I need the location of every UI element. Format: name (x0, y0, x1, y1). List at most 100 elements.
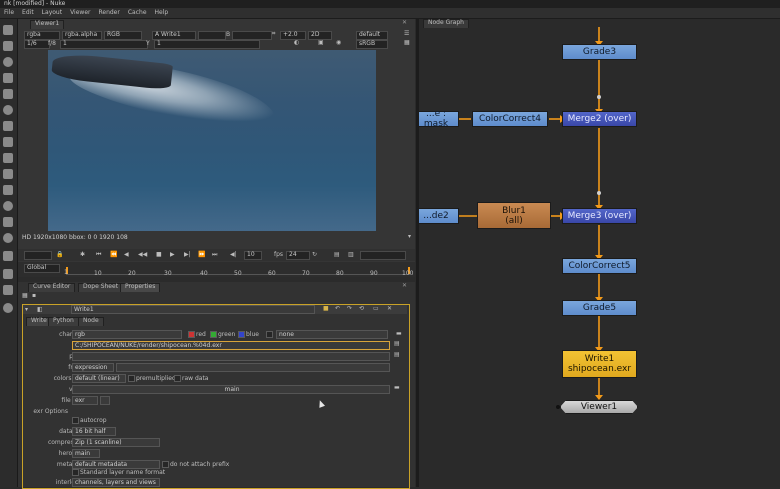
datatype-select[interactable]: 16 bit half (72, 427, 116, 436)
keyer-tool-icon[interactable] (3, 121, 13, 131)
lut-select[interactable]: default (356, 31, 388, 40)
node-name-field[interactable]: Write1 (71, 305, 315, 314)
heroview-select[interactable]: main (72, 449, 100, 458)
premultiplied-checkbox[interactable] (128, 375, 135, 382)
display-select[interactable]: sRGB (356, 40, 388, 49)
flipbook-icon[interactable]: ▤ (334, 252, 340, 258)
redo-icon[interactable]: ↷ (347, 306, 352, 312)
frame-mode-select[interactable]: expression (72, 363, 114, 372)
filter-tool-icon[interactable] (3, 105, 13, 115)
channels-select[interactable]: rgb (72, 330, 182, 339)
node-write1[interactable]: Write1 shipocean.exr (562, 350, 637, 378)
out-frame-field[interactable] (360, 251, 406, 260)
proxy-icon[interactable]: ▣ (318, 40, 324, 46)
play-backward-icon[interactable]: ◀◀ (138, 252, 147, 258)
node-left-grade[interactable]: ...de2 (419, 208, 459, 224)
other-tool-icon[interactable] (3, 251, 13, 261)
zoom-value[interactable]: +2.0 (280, 31, 306, 40)
views-select[interactable]: main (72, 385, 390, 394)
float-icon[interactable]: ▭ (373, 306, 379, 312)
render-icon[interactable]: ▥ (348, 252, 354, 258)
color-tool-icon[interactable] (3, 89, 13, 99)
proxy-browse-icon[interactable]: ▤ (394, 352, 400, 358)
revert-icon[interactable]: ⟲ (359, 306, 364, 312)
settings-tool-icon[interactable] (3, 303, 13, 313)
props-clear-icon[interactable]: ▪ (32, 293, 36, 299)
a-input-select[interactable]: A Write1 (152, 31, 196, 40)
wipe-icon[interactable]: ⌗ (272, 31, 275, 37)
frame-expression-input[interactable] (116, 363, 390, 372)
toolsets-tool-icon[interactable] (3, 233, 13, 243)
compression-select[interactable]: Zip (1 scanline) (72, 438, 160, 447)
undo-icon[interactable]: ↶ (335, 306, 340, 312)
raw-data-checkbox[interactable] (174, 375, 181, 382)
menu-edit[interactable]: Edit (22, 10, 34, 16)
b-input-select[interactable] (232, 31, 272, 40)
metadata-tool-icon[interactable] (3, 201, 13, 211)
status-dropdown-icon[interactable]: ▾ (408, 234, 411, 240)
gamma-slider[interactable]: 1 (154, 40, 260, 49)
first-frame-icon[interactable]: ⏮ (96, 252, 101, 258)
node-grade3[interactable]: Grade3 (562, 44, 637, 60)
menu-file[interactable]: File (4, 10, 14, 16)
next-keyframe-icon[interactable]: ⏩ (198, 252, 205, 258)
roi-icon[interactable]: ◉ (336, 40, 341, 46)
draw-tool-icon[interactable] (3, 41, 13, 51)
node-color-icon[interactable]: ■ (323, 306, 329, 312)
node-merge2[interactable]: Merge2 (over) (562, 111, 637, 127)
file-path-input[interactable]: C:/SHIPOCEAN/NUKE/render/shipocean.%04d.… (72, 341, 390, 350)
proxy-input[interactable] (72, 352, 390, 361)
alpha-checkbox[interactable] (266, 331, 273, 338)
menu-render[interactable]: Render (98, 10, 119, 16)
in-frame-field[interactable] (24, 251, 52, 260)
node-viewer1[interactable]: Viewer1 (560, 400, 638, 414)
tab-viewer1[interactable]: Viewer1 (30, 20, 65, 29)
interleave-select[interactable]: channels, layers and views (72, 478, 160, 487)
furnace-tool-icon[interactable] (3, 269, 13, 279)
step-back-icon[interactable]: ◀ (124, 252, 129, 258)
node-close-icon[interactable]: ✕ (387, 306, 392, 312)
blue-checkbox[interactable] (238, 331, 245, 338)
props-toolbar-icon[interactable]: ▦ (22, 293, 28, 299)
channels-menu-icon[interactable]: ▬ (396, 331, 402, 337)
input-a-channels[interactable]: rgba (24, 31, 60, 40)
no-prefix-checkbox[interactable] (162, 461, 169, 468)
menu-cache[interactable]: Cache (128, 10, 147, 16)
merge-tool-icon[interactable] (3, 137, 13, 147)
transform-tool-icon[interactable] (3, 153, 13, 163)
subtab-python[interactable]: Python (48, 317, 79, 326)
fps-field[interactable]: 24 (286, 251, 310, 260)
subtab-node[interactable]: Node (78, 317, 104, 326)
node-icon[interactable]: ◧ (37, 307, 43, 313)
node-colorcorrect4[interactable]: ColorCorrect4 (472, 111, 548, 127)
metadata-select[interactable]: default metadata (72, 460, 160, 469)
green-checkbox[interactable] (210, 331, 217, 338)
prev-keyframe-icon[interactable]: ⏪ (110, 252, 117, 258)
views-menu-icon[interactable]: ▬ (394, 385, 400, 391)
viewer-settings-icon[interactable]: ☰ (404, 31, 409, 37)
menu-help[interactable]: Help (155, 10, 169, 16)
last-frame-icon[interactable]: ⏭ (212, 252, 217, 258)
file-type-select[interactable]: exr (72, 396, 98, 405)
play-forward-icon[interactable]: ▶ (170, 252, 175, 258)
node-grade5[interactable]: Grade5 (562, 300, 637, 316)
standard-layer-checkbox[interactable] (72, 469, 79, 476)
gain-slider[interactable]: 1 (60, 40, 148, 49)
panel-close-icon[interactable]: ✕ (402, 20, 407, 26)
lock-icon[interactable]: ▦ (404, 40, 410, 46)
colorspace-select[interactable]: default (linear) (72, 374, 126, 383)
3d-tool-icon[interactable] (3, 169, 13, 179)
file-browse-icon[interactable]: ▤ (394, 341, 400, 347)
display-colorspace[interactable]: RGB (104, 31, 142, 40)
global-range-select[interactable]: Global (24, 264, 60, 273)
lock-range-icon[interactable]: 🔒 (56, 252, 63, 258)
time-tool-icon[interactable] (3, 57, 13, 67)
props-close-icon[interactable]: ✕ (402, 283, 407, 289)
red-checkbox[interactable] (188, 331, 195, 338)
node-colorcorrect5[interactable]: ColorCorrect5 (562, 258, 637, 274)
loop-icon[interactable]: ↻ (312, 252, 317, 258)
a-input-op[interactable] (198, 31, 226, 40)
input-b-channels[interactable]: rgba.alpha (62, 31, 102, 40)
views-tool-icon[interactable] (3, 185, 13, 195)
clip-icon[interactable]: ◐ (294, 40, 299, 46)
